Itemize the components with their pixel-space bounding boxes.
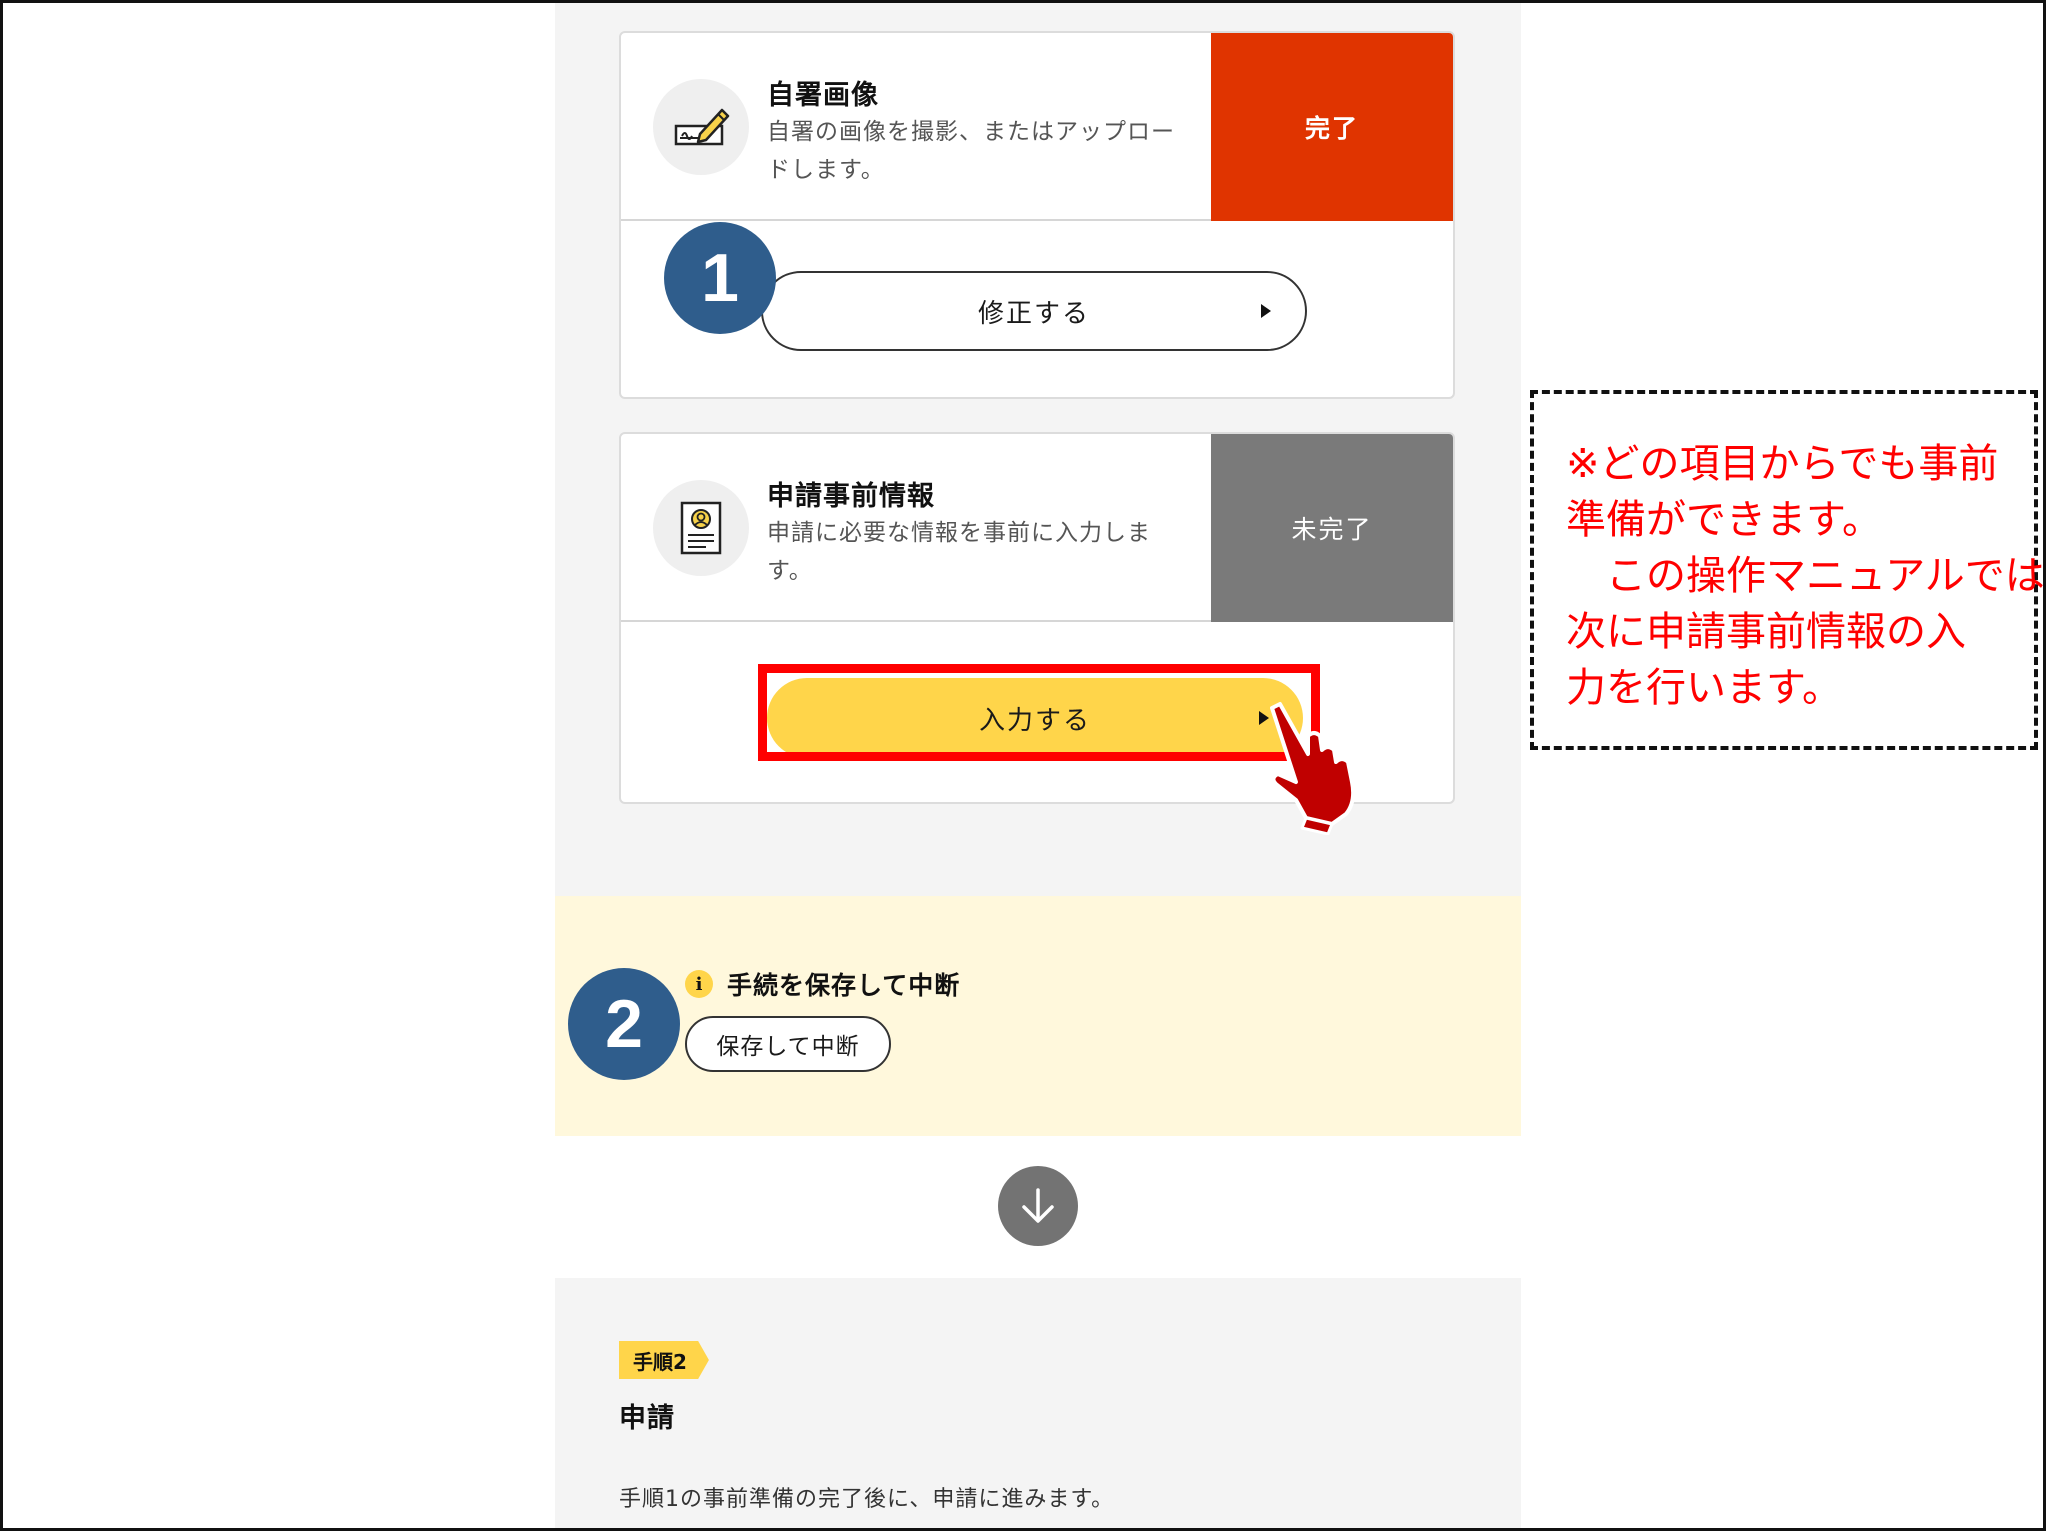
callout-line: この操作マニュアルでは	[1566, 553, 2045, 599]
callout-line: 準備ができます。	[1566, 497, 1882, 543]
pointing-hand-icon	[1270, 702, 1356, 835]
info-icon: i	[685, 970, 713, 998]
pre-application-card-header: 申請事前情報 申請に必要な情報を事前に入力します。 未完了	[621, 434, 1453, 622]
save-suspend-title: 手続を保存して中断	[727, 971, 961, 1000]
play-arrow-icon	[1261, 304, 1271, 318]
save-suspend-section: i 手続を保存して中断 保存して中断	[555, 896, 1521, 1136]
edit-button[interactable]: 修正する	[761, 271, 1307, 351]
signature-card-description: 自署の画像を撮影、またはアップロードします。	[767, 119, 1175, 183]
arrow-down-icon	[998, 1166, 1078, 1246]
status-badge-complete: 完了	[1211, 33, 1453, 221]
step-badge-2: 2	[568, 968, 680, 1080]
callout-line: 次に申請事前情報の入	[1566, 609, 1966, 655]
step2-description: 手順1の事前準備の完了後に、申請に進みます。	[619, 1487, 1115, 1512]
edit-button-label: 修正する	[977, 298, 1090, 329]
pre-application-card-description: 申請に必要な情報を事前に入力します。	[767, 520, 1151, 584]
document-profile-icon	[653, 480, 749, 576]
status-badge-incomplete: 未完了	[1211, 434, 1453, 622]
save-suspend-button[interactable]: 保存して中断	[685, 1016, 891, 1072]
step2-tag: 手順2	[619, 1341, 709, 1379]
signature-card: 自署画像 自署の画像を撮影、またはアップロードします。 完了 修正する	[619, 31, 1455, 399]
signature-card-title: 自署画像	[767, 80, 879, 111]
highlight-box	[758, 664, 1320, 761]
step-badge-1: 1	[664, 222, 776, 334]
step2-title: 申請	[619, 1403, 675, 1434]
signature-card-header: 自署画像 自署の画像を撮影、またはアップロードします。 完了	[621, 33, 1453, 221]
annotation-callout: ※どの項目からでも事前 準備ができます。 この操作マニュアルでは 次に申請事前情…	[1530, 390, 2045, 750]
signature-icon	[653, 79, 749, 175]
save-suspend-heading: i 手続を保存して中断	[685, 966, 960, 1002]
callout-line: 力を行います。	[1566, 665, 1842, 711]
pre-application-card-title: 申請事前情報	[767, 481, 935, 512]
callout-line: ※どの項目からでも事前	[1566, 441, 1999, 487]
